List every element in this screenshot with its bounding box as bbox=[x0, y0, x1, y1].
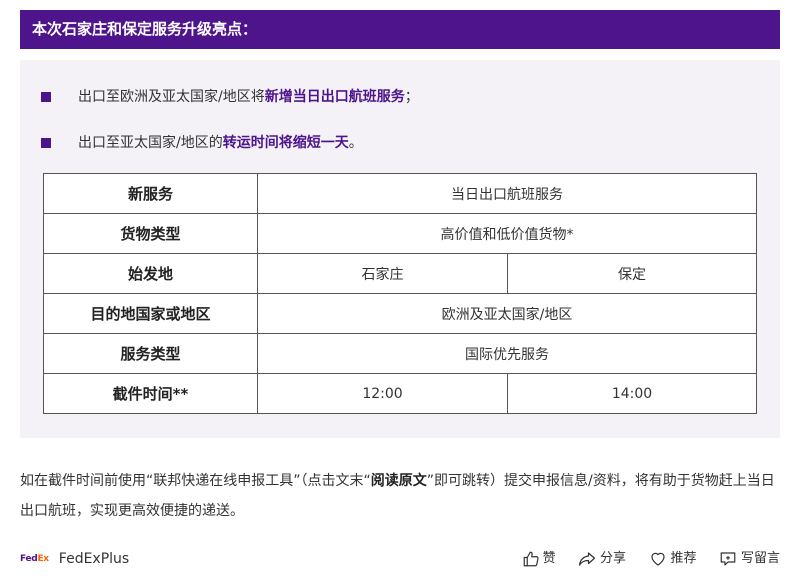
table-label-cell: 货物类型 bbox=[43, 213, 258, 254]
share-button[interactable]: 分享 bbox=[577, 549, 626, 569]
recommend-button[interactable]: 推荐 bbox=[648, 549, 697, 569]
like-label: 赞 bbox=[542, 551, 556, 566]
bullet-text: 出口至亚太国家/地区的转运时间将缩短一天。 bbox=[78, 133, 363, 153]
article-footer: FedEx FedExPlus 赞 分享 推荐 写留言 bbox=[20, 544, 780, 574]
table-row: 服务类型 国际优先服务 bbox=[43, 333, 757, 374]
bullet-square-icon bbox=[41, 92, 51, 102]
table-row: 新服务 当日出口航班服务 bbox=[43, 173, 757, 214]
logo-fed-text: Fed bbox=[20, 554, 38, 564]
table-row: 始发地 石家庄 保定 bbox=[43, 253, 757, 294]
bullet-prefix: 出口至欧洲及亚太国家/地区将 bbox=[78, 89, 265, 105]
service-table: 新服务 当日出口航班服务 货物类型 高价值和低价值货物* 始发地 石家庄 保定 … bbox=[43, 173, 757, 414]
table-label-cell: 服务类型 bbox=[43, 333, 258, 374]
bullet-square-icon bbox=[41, 138, 51, 148]
table-label-cell: 目的地国家或地区 bbox=[43, 293, 258, 334]
account-name[interactable]: FedExPlus bbox=[59, 551, 129, 567]
paragraph-text: 如在截件时间前使用“联邦快递在线申报工具”（点击文末“ bbox=[20, 473, 371, 489]
share-label: 分享 bbox=[600, 551, 627, 566]
table-value-cell: 石家庄 bbox=[257, 253, 508, 294]
table-label-cell: 始发地 bbox=[43, 253, 258, 294]
section-title: 本次石家庄和保定服务升级亮点： bbox=[32, 20, 258, 38]
table-row: 目的地国家或地区 欧洲及亚太国家/地区 bbox=[43, 293, 757, 334]
bullet-highlight: 新增当日出口航班服务 bbox=[264, 89, 405, 105]
bullet-highlight: 转运时间将缩短一天 bbox=[222, 135, 349, 151]
table-value-cell: 高价值和低价值货物* bbox=[257, 213, 757, 254]
heart-icon bbox=[650, 552, 665, 566]
bullet-suffix: ； bbox=[404, 89, 419, 105]
table-label-cell: 新服务 bbox=[43, 173, 258, 214]
comment-label: 写留言 bbox=[740, 551, 780, 566]
table-row: 截件时间** 12:00 14:00 bbox=[43, 373, 757, 414]
comment-icon bbox=[720, 552, 736, 566]
recommend-label: 推荐 bbox=[670, 551, 697, 566]
table-value-cell: 14:00 bbox=[507, 373, 757, 414]
logo-ex-text: Ex bbox=[37, 554, 49, 564]
fedex-logo-icon: FedEx bbox=[20, 549, 49, 569]
action-bar: 赞 分享 推荐 写留言 bbox=[505, 549, 780, 569]
table-label-cell: 截件时间** bbox=[43, 373, 258, 414]
comment-button[interactable]: 写留言 bbox=[718, 549, 780, 569]
bullet-text: 出口至欧洲及亚太国家/地区将新增当日出口航班服务； bbox=[78, 87, 419, 107]
table-value-cell: 国际优先服务 bbox=[257, 333, 757, 374]
table-value-cell: 当日出口航班服务 bbox=[257, 173, 757, 214]
table-value-cell: 保定 bbox=[507, 253, 757, 294]
section-title-bar: 本次石家庄和保定服务升级亮点： bbox=[20, 10, 780, 49]
body-paragraph: 如在截件时间前使用“联邦快递在线申报工具”（点击文末“阅读原文”即可跳转）提交申… bbox=[20, 466, 788, 526]
share-icon bbox=[578, 552, 596, 566]
account-info[interactable]: FedEx FedExPlus bbox=[20, 549, 129, 569]
like-button[interactable]: 赞 bbox=[522, 549, 556, 569]
table-value-cell: 欧洲及亚太国家/地区 bbox=[257, 293, 757, 334]
thumbs-up-icon bbox=[523, 551, 539, 567]
table-value-cell: 12:00 bbox=[257, 373, 508, 414]
bullet-prefix: 出口至亚太国家/地区的 bbox=[78, 135, 223, 151]
bullet-suffix: 。 bbox=[348, 135, 363, 151]
paragraph-bold-text: 阅读原文 bbox=[370, 473, 427, 489]
table-row: 货物类型 高价值和低价值货物* bbox=[43, 213, 757, 254]
highlights-panel: 出口至欧洲及亚太国家/地区将新增当日出口航班服务； 出口至亚太国家/地区的转运时… bbox=[20, 60, 780, 438]
